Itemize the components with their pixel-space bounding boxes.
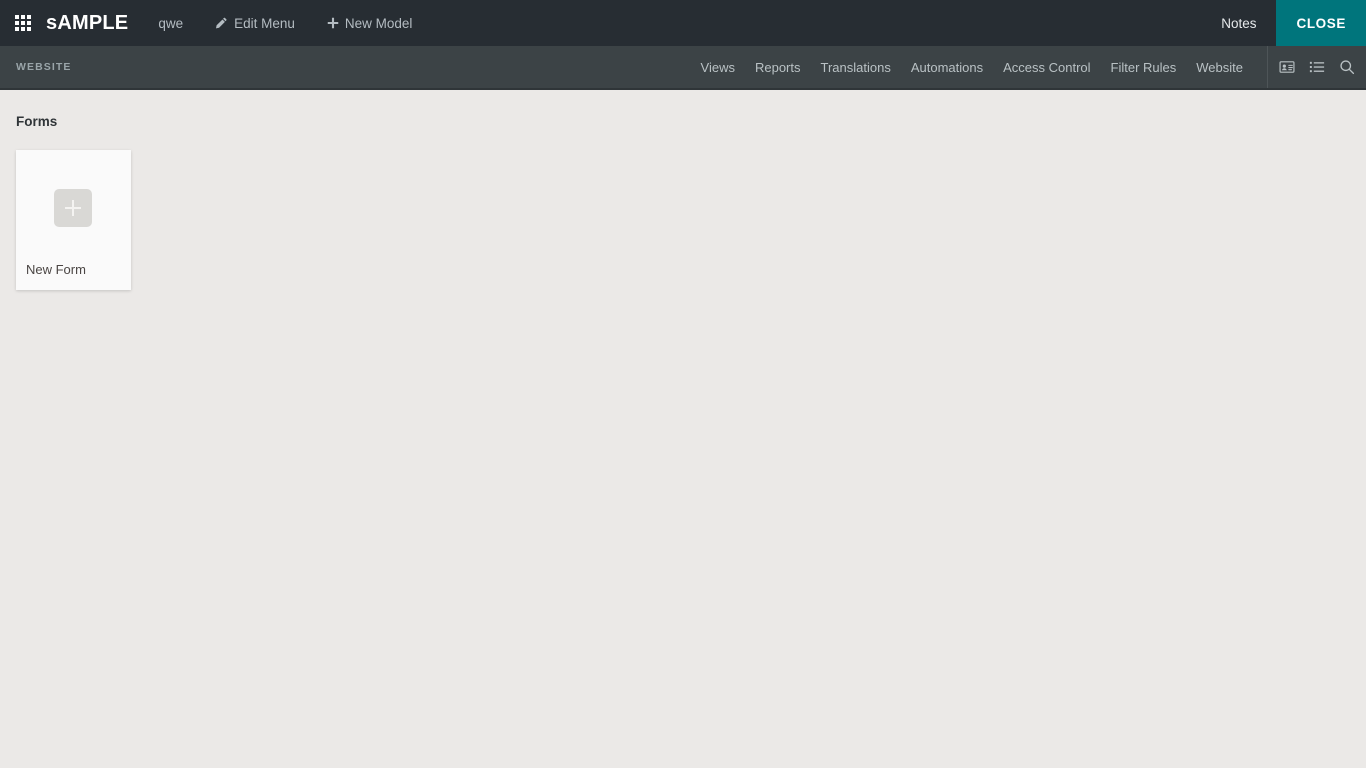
apps-menu-button[interactable] <box>0 0 46 46</box>
plus-icon <box>54 189 92 227</box>
notes-button[interactable]: Notes <box>1201 0 1276 46</box>
top-navbar: sAMPLE qwe Edit Menu New Model Notes CLO… <box>0 0 1366 46</box>
sub-navbar-spacer <box>88 46 691 88</box>
menu-name-item[interactable]: qwe <box>142 0 199 46</box>
content-area: Forms New Form <box>0 90 1366 766</box>
close-button[interactable]: CLOSE <box>1276 0 1366 46</box>
sub-nav-label: Automations <box>911 60 983 75</box>
new-model-label: New Model <box>345 16 413 31</box>
sub-nav-item-translations[interactable]: Translations <box>811 46 901 88</box>
sub-nav-label: Filter Rules <box>1111 60 1177 75</box>
sub-nav-label: Translations <box>821 60 891 75</box>
new-form-card[interactable]: New Form <box>16 150 131 290</box>
plus-icon <box>327 17 339 29</box>
search-icon[interactable] <box>1332 45 1362 89</box>
sub-nav-label: Views <box>701 60 735 75</box>
sub-navbar: WEBSITE Views Reports Translations Autom… <box>0 46 1366 90</box>
sub-navbar-app-name[interactable]: WEBSITE <box>0 46 88 88</box>
top-navbar-spacer <box>428 0 1201 46</box>
sub-nav-item-views[interactable]: Views <box>691 46 745 88</box>
sub-nav-label: Access Control <box>1003 60 1090 75</box>
edit-menu-label: Edit Menu <box>234 16 295 31</box>
sub-nav-item-automations[interactable]: Automations <box>901 46 993 88</box>
sub-navbar-menu: Views Reports Translations Automations A… <box>691 46 1253 88</box>
close-label: CLOSE <box>1296 16 1346 31</box>
edit-menu-button[interactable]: Edit Menu <box>199 0 311 46</box>
section-title: Forms <box>0 90 1366 129</box>
menu-name-label: qwe <box>158 16 183 31</box>
brand-title: sAMPLE <box>46 0 142 46</box>
new-model-button[interactable]: New Model <box>311 0 429 46</box>
sub-nav-label: Reports <box>755 60 801 75</box>
sub-nav-item-website[interactable]: Website <box>1186 46 1253 88</box>
forms-card-list: New Form <box>0 129 1366 290</box>
apps-grid-icon <box>15 15 31 31</box>
sub-nav-item-reports[interactable]: Reports <box>745 46 811 88</box>
list-icon[interactable] <box>1302 45 1332 89</box>
notes-label: Notes <box>1221 16 1256 31</box>
pencil-icon <box>215 17 228 30</box>
new-form-label: New Form <box>26 262 86 277</box>
sub-navbar-tools <box>1267 46 1366 88</box>
contact-card-icon[interactable] <box>1272 45 1302 89</box>
sub-nav-item-access-control[interactable]: Access Control <box>993 46 1100 88</box>
sub-nav-item-filter-rules[interactable]: Filter Rules <box>1101 46 1187 88</box>
sub-nav-label: Website <box>1196 60 1243 75</box>
